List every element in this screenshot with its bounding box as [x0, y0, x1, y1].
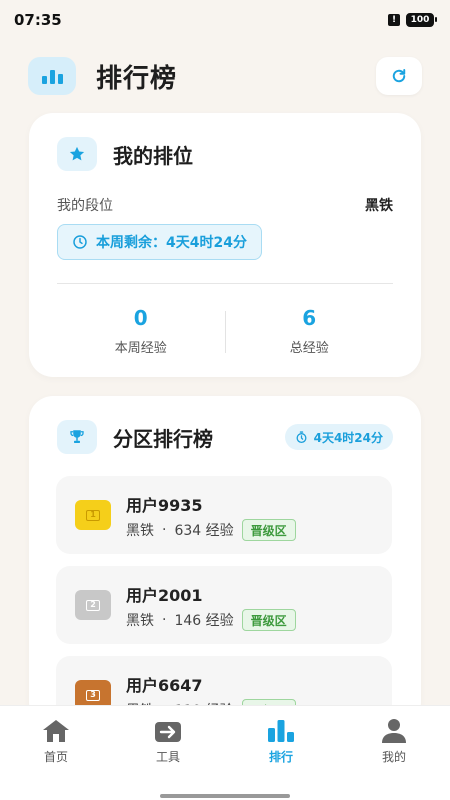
exp-stats: 0 本周经验 6 总经验	[57, 307, 393, 357]
total-exp-label: 总经验	[289, 341, 329, 356]
status-bar: 07:35 ! 100	[0, 0, 450, 40]
toolbox-icon	[155, 722, 181, 742]
week-remaining-text: 本周剩余：4天4时24分	[96, 235, 247, 251]
rank-row: 我的段位 黑铁	[57, 195, 393, 215]
entry-name: 用户2001	[126, 586, 203, 605]
home-icon	[43, 720, 69, 742]
status-icons: ! 100	[388, 13, 437, 27]
tab-leaderboard[interactable]: 排行	[225, 718, 337, 765]
leaderboard-title: 分区排行榜	[113, 426, 213, 451]
tab-tools-label: 工具	[155, 750, 180, 764]
entry-name: 用户6647	[126, 676, 203, 695]
user-icon	[382, 719, 406, 743]
refresh-icon	[392, 69, 406, 83]
leaderboard-entry[interactable]: 2 用户2001 黑铁 · 146 经验 晋级区	[56, 566, 392, 644]
promotion-zone-badge: 晋级区	[241, 609, 296, 631]
leaderboard-timer-badge: 4天4时24分	[284, 424, 393, 450]
rank-value: 黑铁	[365, 198, 393, 214]
home-indicator	[160, 794, 290, 798]
meta-dot: ·	[162, 612, 167, 628]
division-leaderboard-card: 分区排行榜 4天4时24分 1 用户9935 黑铁 · 634 经验 晋级区 2…	[29, 396, 421, 726]
stopwatch-icon	[296, 430, 307, 443]
clock-icon	[73, 235, 87, 249]
meta-dot: ·	[162, 522, 167, 538]
leaderboard-header: 分区排行榜	[57, 420, 213, 454]
leaderboard-bars-icon	[268, 720, 294, 742]
tab-profile[interactable]: 我的	[338, 718, 450, 765]
total-exp-value: 6	[302, 306, 317, 330]
page-header: 排行榜	[28, 56, 422, 96]
my-rank-title: 我的排位	[113, 143, 193, 168]
weekly-exp-value: 0	[133, 306, 148, 330]
total-exp-stat: 6 总经验	[226, 307, 394, 357]
status-time: 07:35	[14, 11, 62, 29]
rank-number: 3	[86, 689, 100, 701]
battery-icon: 100	[406, 13, 437, 27]
tab-profile-label: 我的	[381, 750, 406, 764]
entry-exp: 146 经验	[174, 613, 234, 629]
silver-medal-icon: 2	[75, 590, 111, 620]
star-icon	[57, 137, 97, 171]
my-rank-card: 我的排位 我的段位 黑铁 本周剩余：4天4时24分 0 本周经验 6 总经验	[29, 113, 421, 377]
weekly-exp-label: 本周经验	[114, 341, 167, 356]
rank-number: 1	[86, 509, 100, 521]
divider	[57, 283, 393, 284]
trophy-icon	[57, 420, 97, 454]
rank-label: 我的段位	[57, 198, 113, 214]
entry-tier: 黑铁	[126, 613, 154, 629]
entry-meta: 黑铁 · 634 经验 晋级区	[126, 519, 296, 541]
refresh-button[interactable]	[376, 57, 422, 95]
leaderboard-entry[interactable]: 1 用户9935 黑铁 · 634 经验 晋级区	[56, 476, 392, 554]
tab-home[interactable]: 首页	[0, 718, 112, 765]
gold-medal-icon: 1	[75, 500, 111, 530]
rank-number: 2	[86, 599, 100, 611]
my-rank-header: 我的排位	[57, 137, 193, 171]
tab-leaderboard-label: 排行	[268, 750, 293, 764]
entry-exp: 634 经验	[174, 523, 234, 539]
tab-home-label: 首页	[43, 750, 68, 764]
entry-tier: 黑铁	[126, 523, 154, 539]
entry-name: 用户9935	[126, 496, 203, 515]
leaderboard-timer-text: 4天4时24分	[313, 430, 383, 445]
bar-chart-icon	[28, 57, 76, 95]
entry-meta: 黑铁 · 146 经验 晋级区	[126, 609, 296, 631]
bottom-tab-bar: 首页 工具 排行 我的	[0, 705, 450, 800]
page-title: 排行榜	[96, 63, 178, 94]
weekly-exp-stat: 0 本周经验	[57, 307, 225, 357]
notification-alert-icon: !	[388, 14, 400, 26]
week-remaining-badge: 本周剩余：4天4时24分	[57, 224, 262, 260]
header-left: 排行榜	[28, 57, 177, 95]
tab-tools[interactable]: 工具	[112, 718, 224, 765]
promotion-zone-badge: 晋级区	[241, 519, 296, 541]
